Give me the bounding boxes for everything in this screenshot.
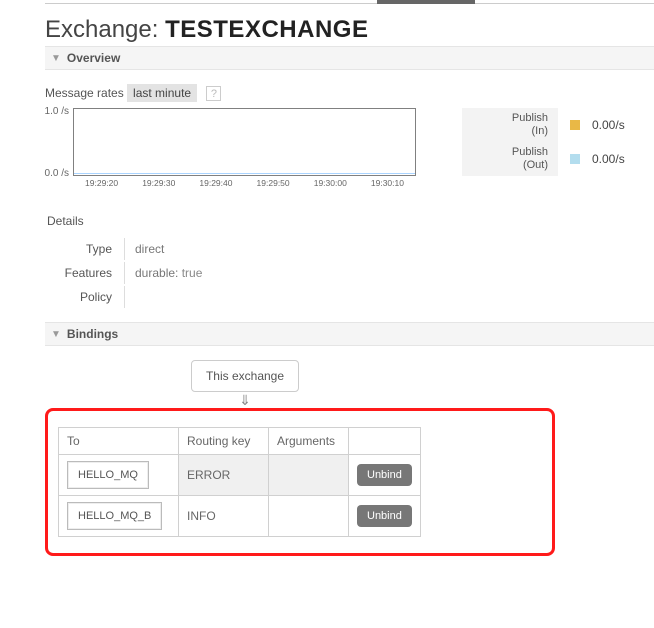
- legend-value-publish-in: 0.00/s: [592, 118, 634, 132]
- legend-label-publish-in: Publish(In): [462, 108, 558, 142]
- chart-legend: Publish(In) 0.00/s Publish(Out) 0.00/s: [462, 108, 654, 176]
- title-prefix: Exchange:: [45, 16, 165, 43]
- help-icon[interactable]: ?: [206, 86, 221, 101]
- swatch-orange-icon: [570, 120, 580, 130]
- col-arguments: Arguments: [269, 428, 349, 455]
- table-header-row: To Routing key Arguments: [59, 428, 421, 455]
- message-rates-label: Message rates: [45, 86, 124, 100]
- message-rates-control: Message rates last minute ?: [45, 84, 654, 102]
- rate-chart: 1.0 /s 0.0 /s: [45, 108, 416, 176]
- arguments-cell: [269, 496, 349, 537]
- section-overview-label: Overview: [67, 51, 120, 65]
- bindings-highlight: To Routing key Arguments HELLO_MQ ERROR …: [45, 408, 555, 556]
- xtick: 19:30:00: [302, 178, 359, 188]
- detail-type-value: direct: [124, 238, 212, 260]
- col-routing-key: Routing key: [179, 428, 269, 455]
- unbind-button[interactable]: Unbind: [357, 464, 412, 486]
- detail-policy-label: Policy: [47, 286, 122, 308]
- col-to: To: [59, 428, 179, 455]
- details-table: Type direct Features durable: true Polic…: [45, 236, 214, 310]
- chevron-down-icon: ▼: [51, 53, 61, 64]
- unbind-button[interactable]: Unbind: [357, 505, 412, 527]
- detail-features-value: durable: true: [124, 262, 212, 284]
- swatch-blue-icon: [570, 154, 580, 164]
- section-overview-header[interactable]: ▼ Overview: [45, 46, 654, 70]
- active-nav-indicator: [377, 0, 475, 4]
- xtick: 19:29:20: [73, 178, 130, 188]
- queue-link[interactable]: HELLO_MQ: [67, 461, 149, 489]
- rate-range-select[interactable]: last minute: [127, 84, 197, 102]
- detail-policy-value: [124, 286, 212, 308]
- xticks: 19:29:20 19:29:30 19:29:40 19:29:50 19:3…: [73, 176, 416, 188]
- this-exchange-box: This exchange: [191, 360, 299, 392]
- routing-key-cell: INFO: [179, 496, 269, 537]
- page-title: Exchange: TESTEXCHANGE: [45, 16, 654, 44]
- table-row: HELLO_MQ ERROR Unbind: [59, 455, 421, 496]
- section-bindings-label: Bindings: [67, 327, 118, 341]
- arrow-down-icon: ⇓: [185, 394, 305, 406]
- section-bindings-header[interactable]: ▼ Bindings: [45, 322, 654, 346]
- ytick-bottom: 0.0 /s: [35, 168, 69, 179]
- arguments-cell: [269, 455, 349, 496]
- ytick-top: 1.0 /s: [35, 106, 69, 117]
- xtick: 19:30:10: [359, 178, 416, 188]
- legend-label-publish-out: Publish(Out): [462, 142, 558, 176]
- bindings-table: To Routing key Arguments HELLO_MQ ERROR …: [58, 427, 421, 537]
- queue-link[interactable]: HELLO_MQ_B: [67, 502, 162, 530]
- detail-type-label: Type: [47, 238, 122, 260]
- xtick: 19:29:40: [187, 178, 244, 188]
- details-heading: Details: [47, 214, 654, 228]
- chevron-down-icon: ▼: [51, 329, 61, 340]
- table-row: HELLO_MQ_B INFO Unbind: [59, 496, 421, 537]
- exchange-name: TESTEXCHANGE: [165, 16, 368, 43]
- col-actions: [349, 428, 421, 455]
- routing-key-cell: ERROR: [179, 455, 269, 496]
- legend-value-publish-out: 0.00/s: [592, 152, 634, 166]
- xtick: 19:29:30: [130, 178, 187, 188]
- detail-features-label: Features: [47, 262, 122, 284]
- xtick: 19:29:50: [245, 178, 302, 188]
